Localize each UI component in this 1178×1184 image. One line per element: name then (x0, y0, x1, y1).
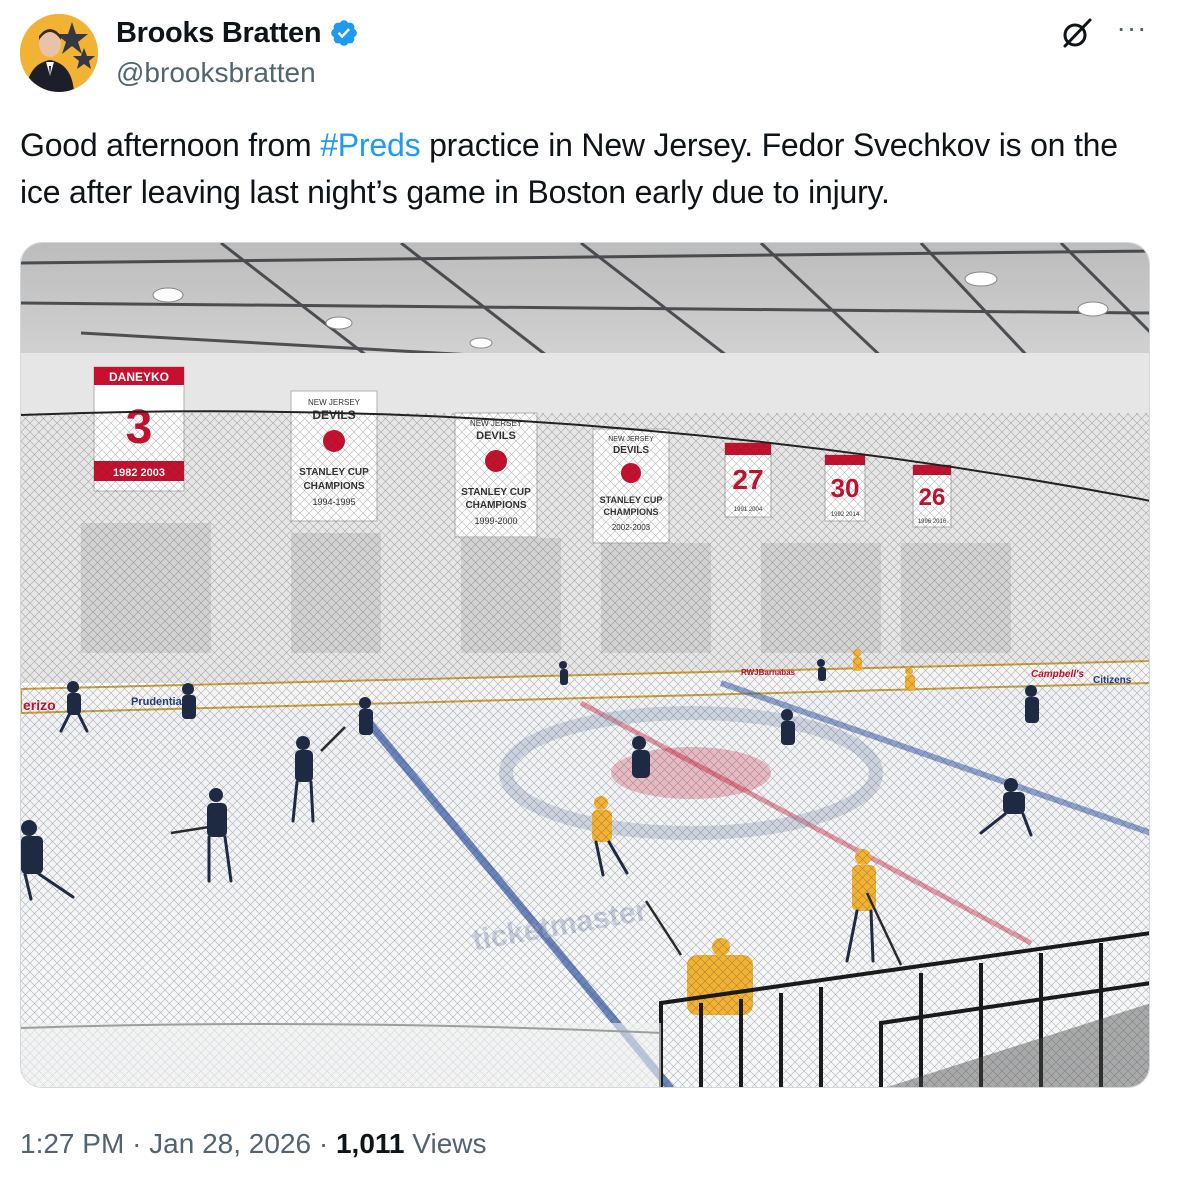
author-display-name[interactable]: Brooks Bratten (116, 14, 322, 52)
tweet-time[interactable]: 1:27 PM (20, 1128, 124, 1159)
more-options-icon[interactable]: ··· (1112, 14, 1152, 48)
svg-text:NEW JERSEY: NEW JERSEY (308, 398, 361, 407)
tweet-text: Good afternoon from #Preds practice in N… (20, 122, 1150, 216)
meta-separator: · (318, 1128, 329, 1159)
author-name[interactable]: Brooks Bratten (116, 14, 359, 52)
svg-text:DANEYKO: DANEYKO (109, 370, 169, 384)
author-handle[interactable]: @brooksbratten (116, 56, 316, 90)
verified-badge-icon (331, 20, 358, 46)
author-avatar[interactable] (20, 14, 98, 92)
views-count: 1,011 (335, 1128, 405, 1159)
views-label: Views (412, 1128, 487, 1159)
tweet-text-start: Good afternoon from (20, 127, 321, 163)
avatar-image (20, 14, 98, 92)
rink-photo-illustration: DANEYKO 3 1982 2003 NEW JERSEY DEVILS ST… (21, 243, 1149, 1087)
tweet-meta: 1:27 PM · Jan 28, 2026 · 1,011 Views (20, 1124, 486, 1164)
meta-separator: · (132, 1128, 142, 1159)
grok-icon[interactable] (1060, 16, 1094, 50)
tweet-date[interactable]: Jan 28, 2026 (149, 1128, 311, 1159)
hashtag-link[interactable]: #Preds (320, 127, 420, 163)
tweet-photo[interactable]: DANEYKO 3 1982 2003 NEW JERSEY DEVILS ST… (20, 242, 1150, 1088)
